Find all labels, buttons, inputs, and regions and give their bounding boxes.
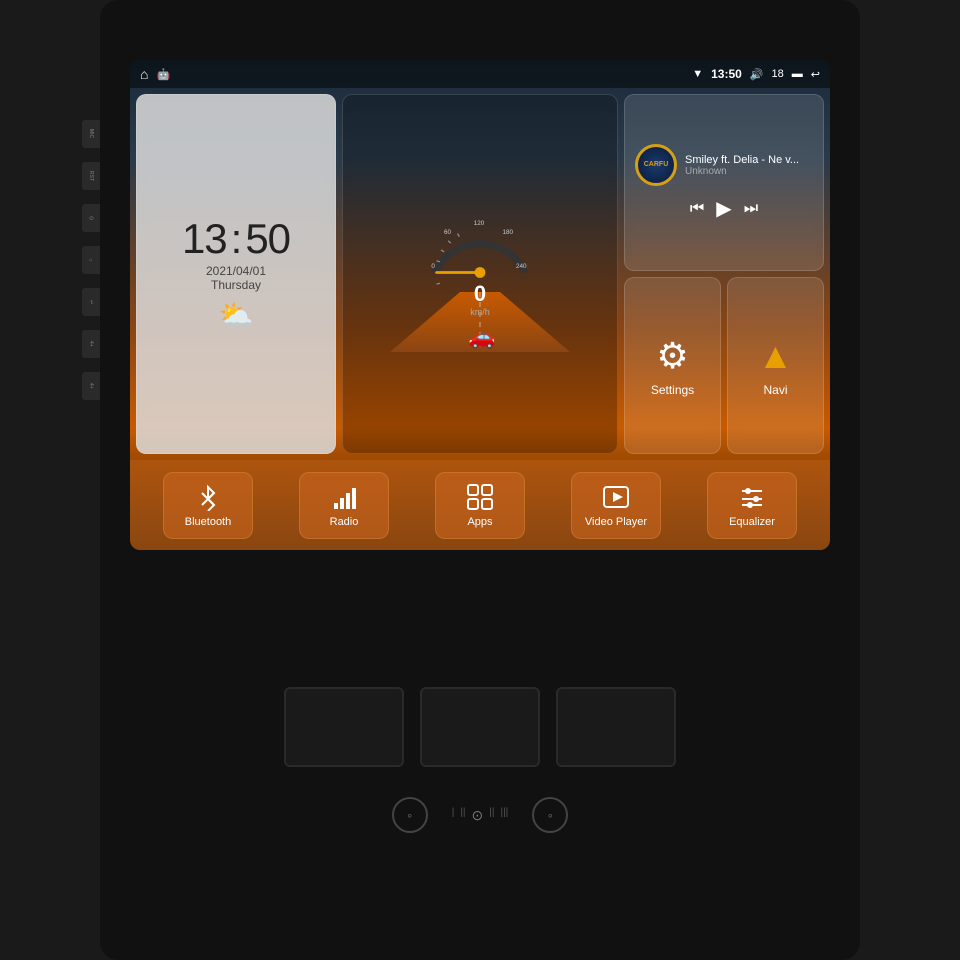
radio-label: Radio — [330, 516, 359, 528]
apps-label: Apps — [467, 516, 492, 528]
home-nav-icon[interactable]: ⌂ — [140, 66, 148, 82]
volume-level: 18 — [772, 68, 784, 80]
svg-text:60: 60 — [444, 229, 452, 236]
clock-minute: 50 — [245, 218, 290, 260]
back-side-button[interactable]: ↩ — [82, 288, 100, 316]
back-nav-icon[interactable]: ↩ — [811, 68, 820, 81]
vol-down-label: 4+ — [88, 383, 94, 389]
vent-slot-1 — [284, 687, 404, 767]
weather-icon: ⛅ — [219, 298, 254, 331]
music-info: Smiley ft. Delia - Ne v... Unknown — [685, 154, 813, 177]
settings-label: Settings — [651, 383, 694, 397]
device: MIC RST ⏻ ⌂ ↩ 4+ 4+ ⌂ 🤖 ▼ — [100, 0, 860, 960]
app-bar: Bluetooth Radio Apps — [130, 460, 830, 550]
status-left: ⌂ 🤖 — [140, 66, 170, 82]
home-side-icon: ⌂ — [88, 257, 94, 263]
back-side-icon: ↩ — [88, 300, 94, 304]
vent-slot-3 — [556, 687, 676, 767]
power-button[interactable]: ⏻ — [82, 204, 100, 232]
status-time: 13:50 — [711, 67, 742, 81]
vent-area — [284, 687, 676, 767]
main-screen: ⌂ 🤖 ▼ 13:50 🔊 18 ▬ ↩ 13 : 50 2021 — [130, 60, 830, 550]
svg-text:180: 180 — [503, 229, 514, 236]
navi-widget[interactable]: ▲ Navi — [727, 277, 824, 454]
bluetooth-button[interactable]: Bluetooth — [163, 472, 253, 539]
vol-up-button[interactable]: 4+ — [82, 330, 100, 358]
volume-icon: 🔊 — [750, 68, 764, 81]
speed-widget: 0 60 120 180 240 0 km/h — [342, 94, 618, 454]
battery-icon: ▬ — [792, 68, 803, 80]
svg-text:🚗: 🚗 — [468, 324, 495, 349]
dot-3: || — [489, 807, 494, 824]
video-button[interactable]: Video Player — [571, 472, 661, 539]
dot-2: || — [460, 807, 465, 824]
music-widget: CARFU Smiley ft. Delia - Ne v... Unknown… — [624, 94, 824, 271]
radio-button[interactable]: Radio — [299, 472, 389, 539]
indicator-dots: | || ⊙ || ||| — [452, 807, 509, 824]
equalizer-button[interactable]: Equalizer — [707, 472, 797, 539]
navi-label: Navi — [763, 383, 787, 397]
speedometer: 0 60 120 180 240 0 km/h — [415, 196, 545, 286]
dial-1[interactable]: ◦ — [392, 797, 428, 833]
settings-widget[interactable]: ⚙ Settings — [624, 277, 721, 454]
center-dial-icon: ⊙ — [472, 807, 484, 824]
video-label: Video Player — [585, 516, 647, 528]
speed-unit: km/h — [415, 307, 545, 317]
dot-1: | — [452, 807, 455, 824]
side-buttons: MIC RST ⏻ ⌂ ↩ 4+ 4+ — [82, 120, 100, 400]
svg-text:120: 120 — [474, 220, 485, 227]
music-title: Smiley ft. Delia - Ne v... — [685, 154, 813, 166]
vol-down-button[interactable]: 4+ — [82, 372, 100, 400]
home-side-button[interactable]: ⌂ — [82, 246, 100, 274]
next-button[interactable]: ⏭ — [744, 200, 758, 218]
equalizer-icon — [738, 483, 766, 511]
screen-grid: 13 : 50 2021/04/01 Thursday ⛅ — [130, 88, 830, 460]
dot-4: ||| — [500, 807, 508, 824]
clock-day: Thursday — [211, 278, 261, 292]
vent-slot-2 — [420, 687, 540, 767]
music-top: CARFU Smiley ft. Delia - Ne v... Unknown — [635, 144, 813, 186]
clock-date: 2021/04/01 — [206, 264, 266, 278]
music-logo: CARFU — [635, 144, 677, 186]
dial-2[interactable]: ◦ — [532, 797, 568, 833]
apps-button[interactable]: Apps — [435, 472, 525, 539]
vol-up-label: 4+ — [88, 341, 94, 347]
bluetooth-label: Bluetooth — [185, 516, 231, 528]
android-icon[interactable]: 🤖 — [156, 68, 170, 81]
music-logo-text: CARFU — [644, 161, 669, 169]
speedometer-svg: 0 60 120 180 240 — [415, 196, 545, 286]
mic-label: MIC — [88, 129, 94, 138]
speed-value: 0 — [474, 281, 486, 306]
apps-icon — [466, 483, 494, 511]
rst-button[interactable]: RST — [82, 162, 100, 190]
radio-icon — [330, 483, 358, 511]
settings-navi-container: ⚙ Settings ▲ Navi — [624, 277, 824, 454]
clock-hour: 13 — [182, 218, 227, 260]
status-right: ▼ 13:50 🔊 18 ▬ ↩ — [692, 67, 820, 81]
svg-text:0: 0 — [431, 263, 435, 270]
video-icon — [602, 483, 630, 511]
music-controls: ⏮ ▶ ⏭ — [635, 196, 813, 221]
navi-icon: ▲ — [758, 335, 794, 377]
bottom-panel: ◦ | || ⊙ || ||| ◦ — [130, 550, 830, 940]
play-button[interactable]: ▶ — [716, 196, 731, 221]
dial-area: ◦ | || ⊙ || ||| ◦ — [392, 797, 569, 833]
clock-widget: 13 : 50 2021/04/01 Thursday ⛅ — [136, 94, 336, 454]
power-icon: ⏻ — [88, 216, 94, 221]
svg-text:240: 240 — [516, 263, 527, 270]
bluetooth-icon — [194, 483, 222, 511]
equalizer-label: Equalizer — [729, 516, 775, 528]
prev-button[interactable]: ⏮ — [690, 200, 704, 218]
rst-label: RST — [88, 171, 94, 181]
music-artist: Unknown — [685, 166, 813, 177]
mic-button: MIC — [82, 120, 100, 148]
settings-icon: ⚙ — [656, 335, 688, 377]
status-bar: ⌂ 🤖 ▼ 13:50 🔊 18 ▬ ↩ — [130, 60, 830, 88]
wifi-icon: ▼ — [692, 68, 703, 80]
